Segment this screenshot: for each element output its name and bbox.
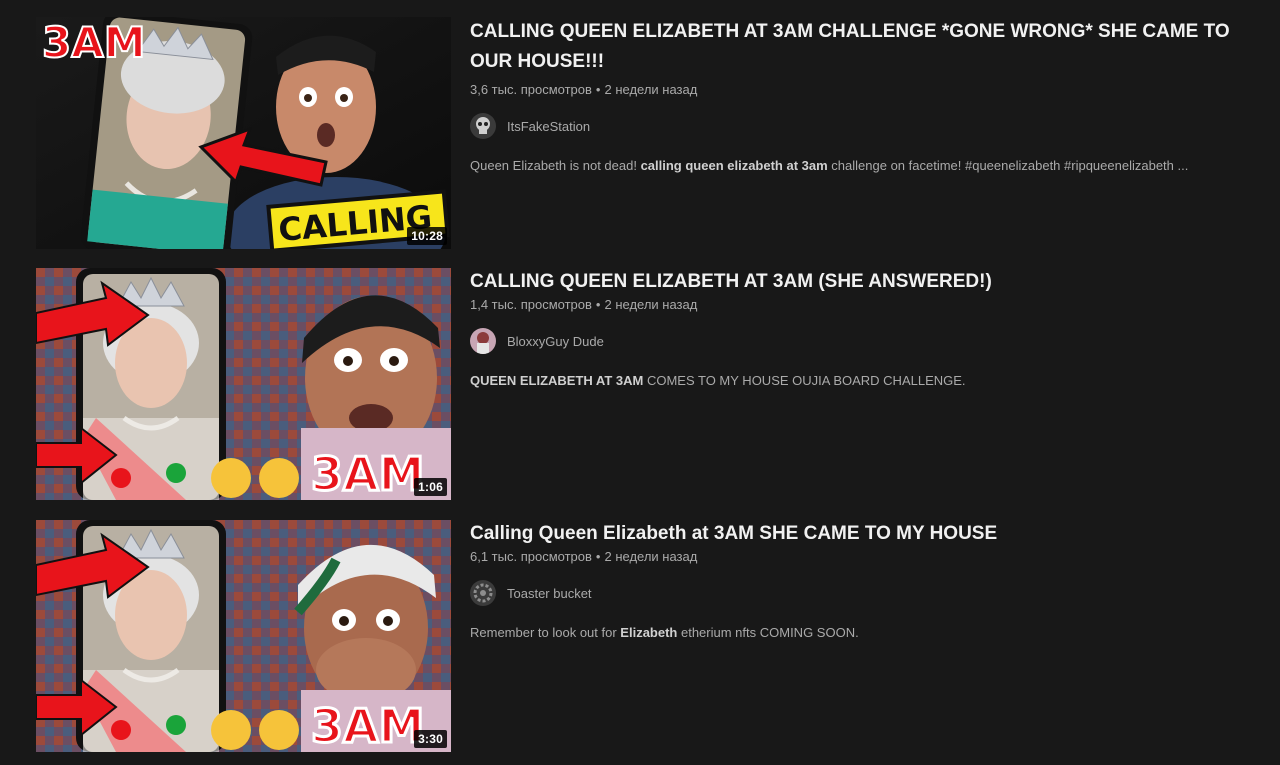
video-description: Remember to look out for Elizabeth ether…	[470, 624, 1250, 642]
description-highlight: QUEEN ELIZABETH AT 3AM	[470, 373, 644, 388]
description-text: COMES TO MY HOUSE OUJIA BOARD CHALLENGE.	[643, 373, 966, 388]
video-result-2[interactable]: 3AM 1:06 CALLING QUEEN ELIZABETH AT 3AM …	[36, 268, 1256, 500]
skull-avatar-icon[interactable]	[470, 113, 496, 139]
video-description: QUEEN ELIZABETH AT 3AM COMES TO MY HOUSE…	[470, 372, 1250, 390]
upload-age: 2 недели назад	[604, 297, 698, 312]
thumbnail-3am-text: 3AM	[42, 18, 146, 67]
video-title[interactable]: Calling Queen Elizabeth at 3AM SHE CAME …	[470, 520, 1250, 548]
description-text: Remember to look out for	[470, 625, 621, 640]
description-text: Queen Elizabeth is not dead!	[470, 158, 641, 173]
video-stats: 6,1 тыс. просмотров • 2 недели назад	[470, 548, 1250, 566]
view-count: 6,1 тыс. просмотров	[470, 549, 592, 564]
video-title[interactable]: CALLING QUEEN ELIZABETH AT 3AM (SHE ANSW…	[470, 268, 1250, 296]
channel-link[interactable]: BloxxyGuy Dude	[470, 328, 1250, 354]
description-text: challenge on facetime! #queenelizabeth #…	[827, 158, 1189, 173]
video-thumbnail[interactable]: 3AM CALLING 10:28	[36, 17, 451, 249]
video-meta: CALLING QUEEN ELIZABETH AT 3AM (SHE ANSW…	[470, 268, 1250, 390]
video-meta: Calling Queen Elizabeth at 3AM SHE CAME …	[470, 520, 1250, 642]
view-count: 3,6 тыс. просмотров	[470, 82, 592, 97]
character-avatar-icon[interactable]	[470, 328, 496, 354]
video-thumbnail[interactable]: 3AM 1:06	[36, 268, 451, 500]
video-duration: 3:30	[414, 730, 447, 748]
thumbnail-image: 3AM	[36, 268, 451, 500]
description-highlight: Elizabeth	[620, 625, 678, 640]
description-highlight: calling queen elizabeth at 3am	[640, 158, 828, 173]
stats-separator: •	[595, 549, 601, 564]
video-title[interactable]: CALLING QUEEN ELIZABETH AT 3AM CHALLENGE…	[470, 17, 1250, 77]
video-stats: 1,4 тыс. просмотров • 2 недели назад	[470, 296, 1250, 314]
video-duration: 1:06	[414, 478, 447, 496]
video-duration: 10:28	[407, 227, 447, 245]
channel-link[interactable]: ItsFakeStation	[470, 113, 1250, 139]
upload-age: 2 недели назад	[604, 549, 698, 564]
channel-link[interactable]: Toaster bucket	[470, 580, 1250, 606]
channel-name[interactable]: BloxxyGuy Dude	[507, 334, 604, 349]
video-result-3[interactable]: 3AM 3:30 Calling Queen Elizabeth at 3AM …	[36, 520, 1256, 752]
upload-age: 2 недели назад	[604, 82, 698, 97]
thumbnail-3am-text: 3AM	[311, 699, 424, 752]
video-thumbnail[interactable]: 3AM 3:30	[36, 520, 451, 752]
gear-avatar-icon[interactable]	[470, 580, 496, 606]
view-count: 1,4 тыс. просмотров	[470, 297, 592, 312]
thumbnail-3am-text: 3AM	[311, 447, 424, 500]
video-meta: CALLING QUEEN ELIZABETH AT 3AM CHALLENGE…	[470, 17, 1250, 175]
video-description: Queen Elizabeth is not dead! calling que…	[470, 157, 1250, 175]
search-results-list: 3AM CALLING 10:28 CALLING QUEEN ELIZABET…	[0, 0, 1280, 765]
channel-name[interactable]: ItsFakeStation	[507, 119, 590, 134]
thumbnail-image: 3AM	[36, 520, 451, 752]
stats-separator: •	[595, 82, 601, 97]
video-result-1[interactable]: 3AM CALLING 10:28 CALLING QUEEN ELIZABET…	[36, 17, 1256, 249]
stats-separator: •	[595, 297, 601, 312]
video-stats: 3,6 тыс. просмотров • 2 недели назад	[470, 81, 1250, 99]
thumbnail-image: 3AM CALLING	[36, 17, 451, 249]
channel-name[interactable]: Toaster bucket	[507, 586, 592, 601]
description-text: etherium nfts COMING SOON.	[677, 625, 859, 640]
